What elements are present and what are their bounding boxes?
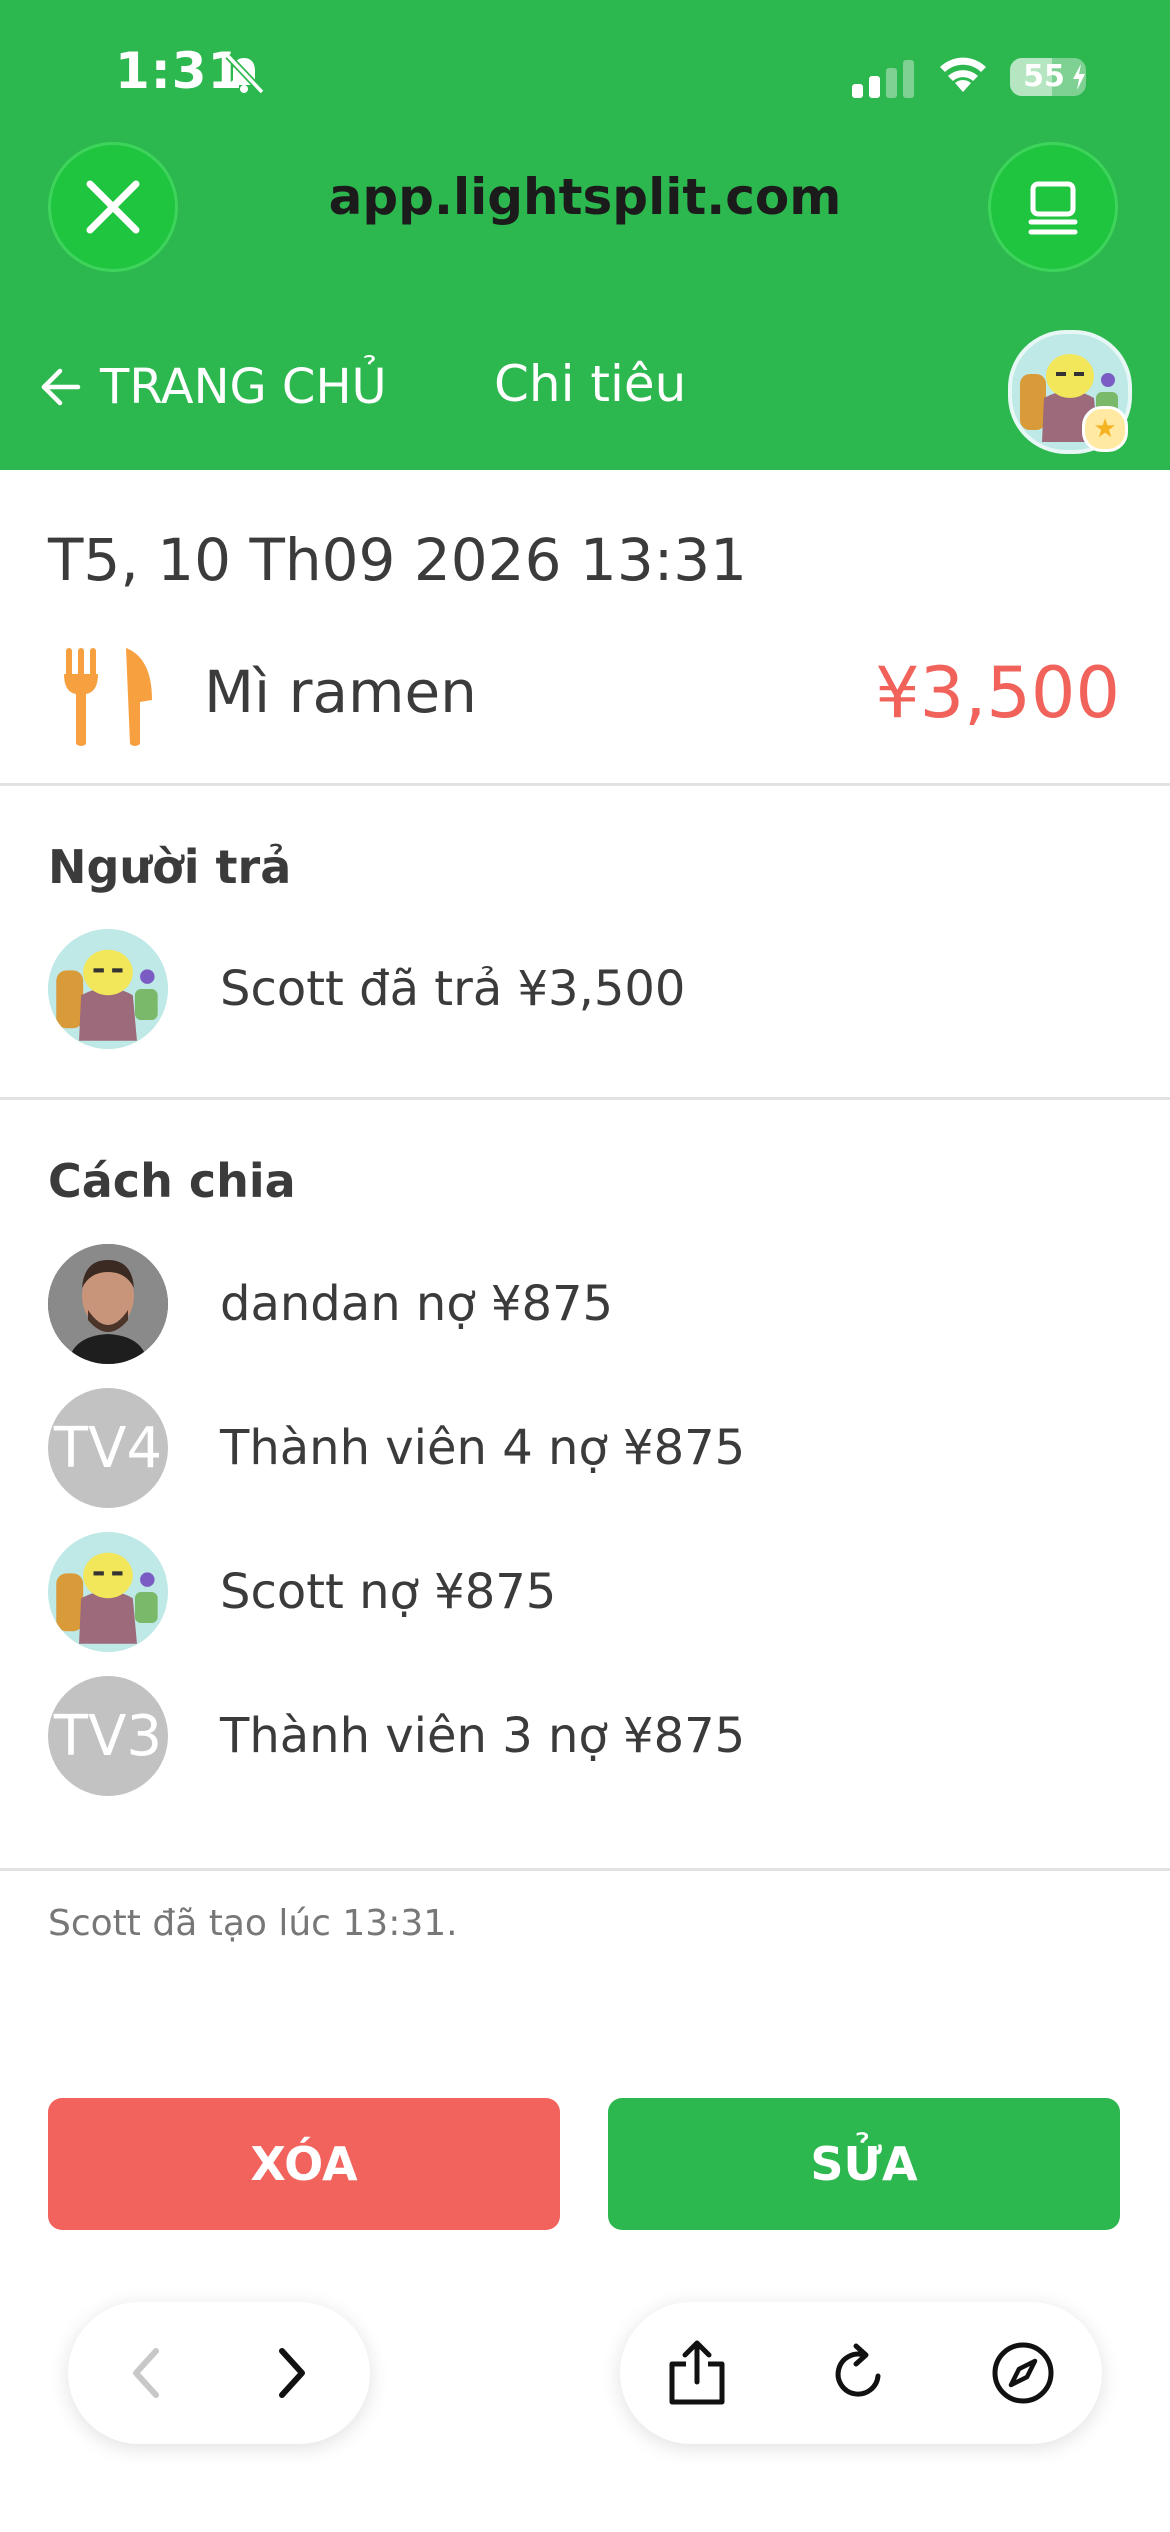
compass-icon[interactable] [988,2338,1058,2408]
back-to-home-link[interactable]: TRANG CHỦ [40,357,387,417]
split-row: TV3 Thành viên 3 nợ ¥875 [48,1675,745,1797]
tabs-icon [1028,181,1078,235]
photo-avatar-image [48,1244,168,1364]
split-text: Thành viên 3 nợ ¥875 [220,1708,746,1764]
divider [0,783,1170,786]
app-header: 1:31 55 app.lightsplit.com TRANG CHỦ Chi… [0,0,1170,470]
split-text: Scott nợ ¥875 [220,1564,557,1620]
split-text: dandan nợ ¥875 [220,1276,614,1332]
arrow-left-icon [41,368,81,406]
payer-row: Scott đã trả ¥3,500 [48,928,685,1050]
browser-nav-pill [68,2302,370,2444]
page-title: Chi tiêu [494,355,687,413]
split-row: TV4 Thành viên 4 nợ ¥875 [48,1387,745,1509]
edit-button[interactable]: SỬA [608,2098,1120,2230]
avatar [48,1244,168,1364]
battery-indicator: 55 [1010,58,1086,96]
fork-knife-icon [64,648,152,746]
back-chevron-icon[interactable] [118,2343,178,2403]
divider [0,1868,1170,1871]
star-badge-icon: ★ [1082,406,1128,452]
split-text: Thành viên 4 nợ ¥875 [220,1420,746,1476]
expense-date: T5, 10 Th09 2026 13:31 [48,526,748,594]
cartoon-avatar-image [48,1532,168,1652]
split-row: dandan nợ ¥875 [48,1243,613,1365]
charging-bolt-icon [1073,64,1085,90]
reload-icon[interactable] [826,2338,896,2408]
avatar: TV4 [48,1388,168,1508]
battery-percent: 55 [1023,59,1065,94]
share-icon[interactable] [662,2338,732,2408]
divider [0,1097,1170,1100]
forward-chevron-icon[interactable] [260,2343,320,2403]
wifi-icon [940,57,986,92]
silent-bell-icon [225,53,265,95]
expense-amount: ¥3,500 [875,652,1120,734]
avatar [48,1532,168,1652]
back-label: TRANG CHỦ [100,359,387,415]
expense-name: Mì ramen [204,658,477,726]
browser-actions-pill [620,2302,1102,2444]
split-section-title: Cách chia [48,1154,296,1208]
cartoon-avatar-image [48,929,168,1049]
avatar: TV3 [48,1676,168,1796]
delete-button[interactable]: XÓA [48,2098,560,2230]
avatar [48,929,168,1049]
created-note: Scott đã tạo lúc 13:31. [48,1903,458,1944]
tabs-button[interactable] [988,142,1118,272]
payer-text: Scott đã trả ¥3,500 [220,961,686,1017]
split-row: Scott nợ ¥875 [48,1531,556,1653]
payer-section-title: Người trả [48,840,292,894]
